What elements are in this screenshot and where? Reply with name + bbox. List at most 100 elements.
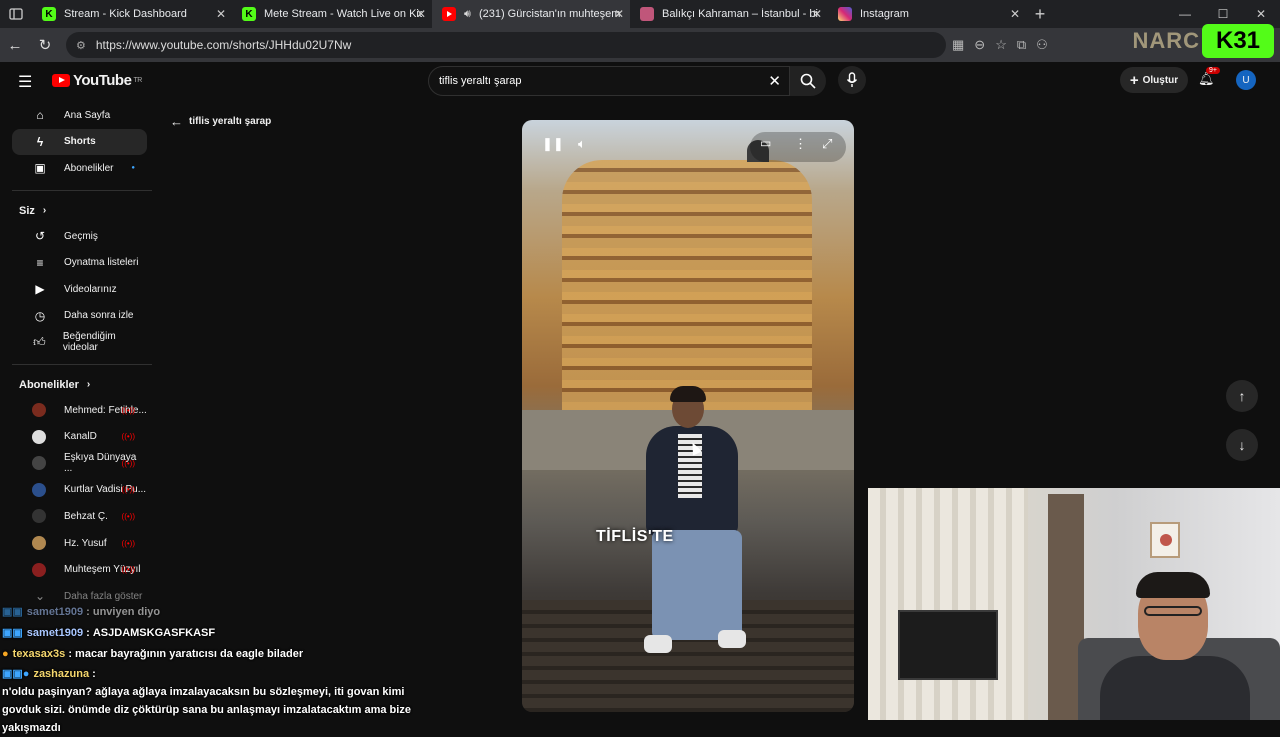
profile-icon[interactable]: ⚇ <box>1036 37 1048 53</box>
sidebar-item-home[interactable]: ⌂ Ana Sayfa <box>12 102 147 129</box>
logo-text: YouTube <box>73 72 132 89</box>
tab-title: Instagram <box>860 8 909 20</box>
live-indicator-icon: ((•)) <box>121 485 135 495</box>
zoom-icon[interactable]: ⊖ <box>974 37 985 53</box>
sidebar-item-your-videos[interactable]: ▶ Videolarınız <box>12 276 147 303</box>
close-tab-icon[interactable]: ✕ <box>1010 7 1020 21</box>
section-header-subscriptions[interactable]: Abonelikler › <box>0 373 155 397</box>
microphone-icon <box>846 72 858 87</box>
reload-icon[interactable]: ↻ <box>30 36 60 54</box>
address-bar-icons: ▦ ⊖ ☆ ⧉ ⚇ <box>952 37 1048 53</box>
badge-number: 31 <box>1233 27 1261 54</box>
search-input[interactable]: tiflis yeraltı şarap ✕ <box>428 66 790 96</box>
playlist-icon: ≡ <box>36 255 44 270</box>
sidebar-channel[interactable]: Muhteşem Yüzyıl ((•)) <box>12 556 147 583</box>
youtube-logo[interactable]: YouTube TR <box>52 72 142 89</box>
section-title: Siz <box>19 204 35 217</box>
notifications-button[interactable]: 🔔︎ 9+ <box>1198 67 1220 87</box>
previous-short-button[interactable]: ↑ <box>1226 380 1258 412</box>
close-tab-icon[interactable]: ✕ <box>216 7 226 21</box>
kick-icon: K <box>242 7 256 21</box>
create-button[interactable]: + Oluştur <box>1120 67 1188 93</box>
sidebar-channel[interactable]: Mehmed: Fetihle... ((•)) <box>12 397 147 424</box>
channel-avatar <box>32 509 46 524</box>
browser-tab[interactable]: Balıkçı Kahraman – İstanbul - bir ✕ <box>630 0 828 28</box>
extensions-icon[interactable]: ⧉ <box>1017 37 1026 53</box>
stream-chat-overlay: ▣▣ samet1909 : unviyen diyo ▣▣ samet1909… <box>0 602 430 737</box>
close-tab-icon[interactable]: ✕ <box>812 7 822 21</box>
account-avatar[interactable]: U <box>1236 70 1256 90</box>
sidebar-item-label: Daha sonra izle <box>64 310 134 322</box>
back-to-search-button[interactable]: ← tiflis yeraltı şarap <box>170 114 271 129</box>
channel-name: Behzat Ç. <box>64 510 108 522</box>
browser-tab-active[interactable]: 🔊︎ (231) Gürcistan'ın muhteşem ✕ <box>432 0 630 28</box>
sidebar-channel[interactable]: Behzat Ç. ((•)) <box>12 503 147 530</box>
home-icon: ⌂ <box>36 108 44 123</box>
show-more-label: Daha fazla göster <box>64 590 143 602</box>
chat-badge-icon: ● <box>2 648 9 660</box>
sidebar-item-liked-videos[interactable]: 👍︎ Beğendiğim videolar <box>12 329 147 356</box>
sidebar-channel[interactable]: Kurtlar Vadisi Pu... ((•)) <box>12 477 147 504</box>
sidebar-channel[interactable]: Hz. Yusuf ((•)) <box>12 530 147 557</box>
back-icon[interactable]: ← <box>0 37 30 54</box>
install-app-icon[interactable]: ▦ <box>952 37 964 53</box>
close-tab-icon[interactable]: ✕ <box>416 7 426 21</box>
clock-icon: ◷ <box>34 308 46 323</box>
site-icon <box>640 7 654 21</box>
speaker-icon[interactable]: 🔊︎ <box>464 8 471 21</box>
sidebar-item-label: Oynatma listeleri <box>64 257 139 269</box>
browser-tab[interactable]: Instagram ✕ <box>828 0 1026 28</box>
fullscreen-icon[interactable]: ⤢ <box>822 136 832 152</box>
voice-search-button[interactable] <box>838 66 866 94</box>
next-short-button[interactable]: ↓ <box>1226 429 1258 461</box>
shorts-icon: ϟ <box>36 134 44 149</box>
channel-avatar <box>32 403 46 418</box>
youtube-icon <box>442 7 456 21</box>
section-header-you[interactable]: Siz › <box>0 199 155 223</box>
sidebar-item-shorts[interactable]: ϟ Shorts <box>12 128 147 156</box>
sidebar-item-playlists[interactable]: ≡ Oynatma listeleri <box>12 249 147 276</box>
menu-icon[interactable]: ☰ <box>18 72 32 92</box>
sidebar-item-subscriptions[interactable]: ▣ Abonelikler ● <box>12 155 147 182</box>
close-tab-icon[interactable]: ✕ <box>614 7 624 21</box>
browser-tab[interactable]: K Mete Stream - Watch Live on Kick ✕ <box>232 0 432 28</box>
url-field[interactable]: ⚙︎ https://www.youtube.com/shorts/JHHdu0… <box>66 32 946 58</box>
person-shoe <box>718 630 746 648</box>
sidebar-item-label: Beğendiğim videolar <box>62 331 116 354</box>
site-info-icon[interactable]: ⚙︎ <box>76 39 86 52</box>
thumbs-up-icon: 👍︎ <box>33 334 46 349</box>
chat-text: ASJDAMSKGASFKASF <box>92 627 216 639</box>
arrow-up-icon: ↑ <box>1238 388 1246 404</box>
new-content-dot: ● <box>131 165 135 172</box>
sidebar-channel[interactable]: KanalD ((•)) <box>12 423 147 450</box>
captions-icon[interactable]: ▭ <box>760 136 771 150</box>
channel-name: Hz. Yusuf <box>64 537 107 549</box>
minimize-icon[interactable]: — <box>1166 0 1204 28</box>
sidebar-item-history[interactable]: ↺ Geçmiş <box>12 223 147 250</box>
streamer-hair <box>1136 572 1210 598</box>
logo-region: TR <box>133 77 142 84</box>
plus-icon: + <box>1129 71 1139 89</box>
back-label: tiflis yeraltı şarap <box>189 116 272 127</box>
bookmark-star-icon[interactable]: ☆ <box>995 37 1007 53</box>
sidebar-item-watch-later[interactable]: ◷ Daha sonra izle <box>12 303 147 330</box>
chat-username: samet1909 <box>26 627 84 639</box>
video-building <box>562 160 812 410</box>
tab-switcher-icon[interactable] <box>0 0 32 28</box>
youtube-play-icon <box>52 74 70 87</box>
sidebar-item-label: Abonelikler <box>64 162 114 174</box>
cam-monitor <box>898 610 998 680</box>
clear-search-icon[interactable]: ✕ <box>768 72 781 90</box>
new-tab-icon[interactable]: + <box>1026 4 1054 25</box>
pause-icon[interactable]: ❚❚ <box>542 136 564 152</box>
sidebar-channel[interactable]: Eşkıya Dünyaya ... ((•)) <box>12 450 147 477</box>
person-jeans <box>652 530 742 640</box>
live-indicator-icon: ((•)) <box>121 565 135 575</box>
browser-tab[interactable]: K Stream - Kick Dashboard ✕ <box>32 0 232 28</box>
shorts-video-player[interactable]: ❚❚ 🔈︎ ▭ ⋮ ⤢ TİFLİS'TE <box>522 120 854 712</box>
cam-picture-frame <box>1150 522 1180 558</box>
more-options-icon[interactable]: ⋮ <box>794 136 807 152</box>
volume-icon[interactable]: 🔈︎ <box>578 136 586 152</box>
chat-username: samet1909 <box>26 606 84 618</box>
search-button[interactable] <box>790 66 826 96</box>
